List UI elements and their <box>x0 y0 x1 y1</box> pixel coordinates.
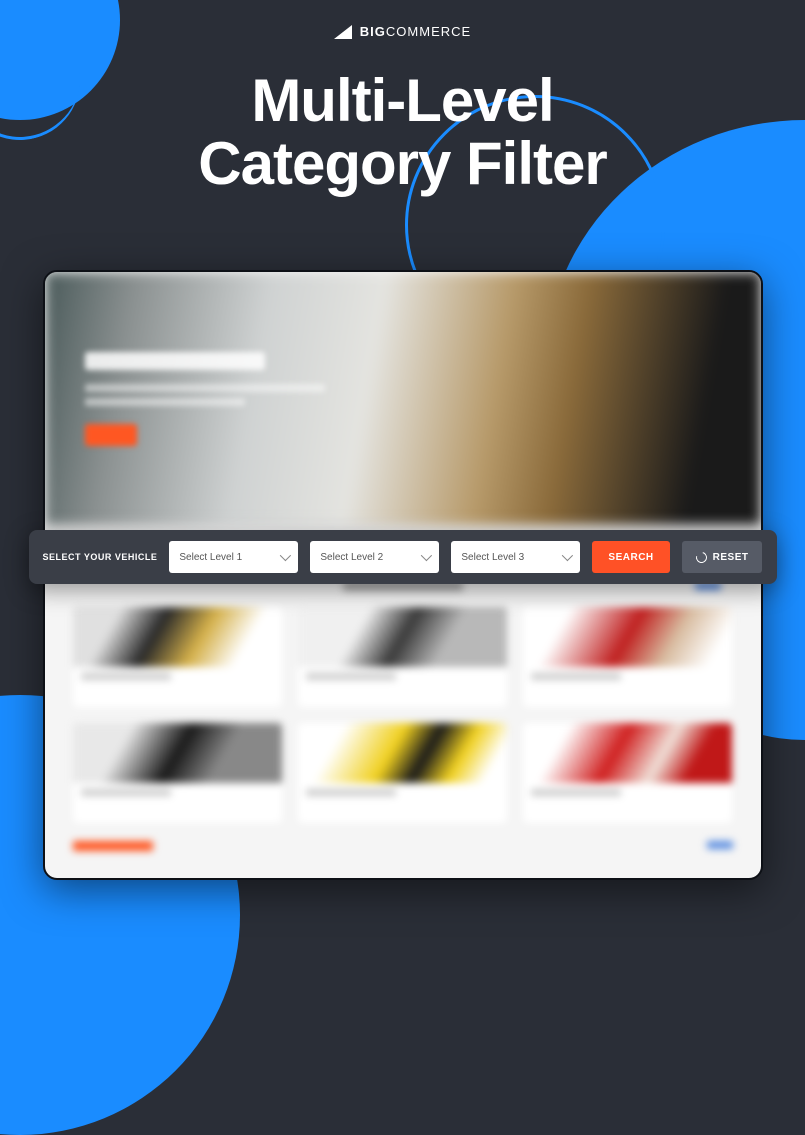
filter-label: SELECT YOUR VEHICLE <box>43 552 158 562</box>
level2-select[interactable]: Select Level 2 <box>310 541 439 573</box>
hero-subtext-placeholder <box>85 384 325 392</box>
category-card <box>298 723 507 823</box>
logo-triangle-icon <box>334 25 352 39</box>
category-card <box>523 607 732 707</box>
chevron-down-icon <box>562 550 573 561</box>
search-button[interactable]: SEARCH <box>592 541 669 573</box>
hero-heading-placeholder <box>85 352 265 370</box>
brand-thin: COMMERCE <box>386 24 471 39</box>
category-card <box>73 723 282 823</box>
reset-button-label: RESET <box>713 552 749 563</box>
brand-logo: BIGCOMMERCE <box>0 0 805 39</box>
level3-select[interactable]: Select Level 3 <box>451 541 580 573</box>
hero-subtext-placeholder <box>85 398 245 406</box>
category-card <box>73 607 282 707</box>
offers-link-placeholder <box>707 841 733 849</box>
chevron-down-icon <box>421 550 432 561</box>
hero-cta-placeholder <box>85 424 137 446</box>
title-line1: Multi-Level <box>251 67 553 134</box>
category-card <box>298 607 507 707</box>
vehicle-filter-bar: SELECT YOUR VEHICLE Select Level 1 Selec… <box>29 530 777 584</box>
level3-select-text: Select Level 3 <box>461 552 524 563</box>
level1-select-text: Select Level 1 <box>179 552 242 563</box>
title-line2: Category Filter <box>198 130 606 197</box>
level2-select-text: Select Level 2 <box>320 552 383 563</box>
reset-icon <box>694 549 709 564</box>
level1-select[interactable]: Select Level 1 <box>169 541 298 573</box>
page-title: Multi-Level Category Filter <box>0 69 805 195</box>
offers-title-placeholder <box>73 841 153 851</box>
chevron-down-icon <box>280 550 291 561</box>
category-card <box>523 723 732 823</box>
reset-button[interactable]: RESET <box>682 541 763 573</box>
hero-content <box>85 352 325 446</box>
brand-bold: BIG <box>360 24 386 39</box>
